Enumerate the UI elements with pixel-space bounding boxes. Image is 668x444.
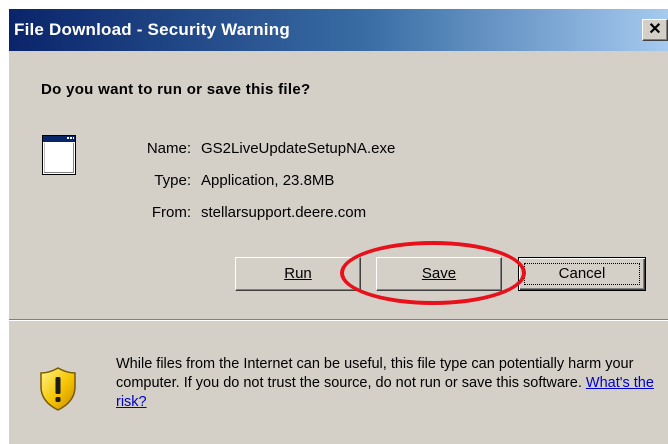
application-window-icon (42, 135, 76, 180)
file-source-value: stellarsupport.deere.com (201, 204, 367, 221)
warning-message: While files from the Internet can be use… (116, 355, 661, 412)
title-bar[interactable]: File Download - Security Warning ✕ (9, 9, 668, 51)
warning-text: While files from the Internet can be use… (116, 356, 634, 391)
run-button[interactable]: Run (235, 257, 361, 291)
save-button-label: Save (421, 265, 457, 282)
file-type-value: Application, 23.8MB (201, 172, 335, 189)
dialog-question: Do you want to run or save this file? (41, 81, 311, 98)
save-button[interactable]: Save (376, 257, 502, 291)
file-name-value: GS2LiveUpdateSetupNA.exe (201, 140, 396, 157)
name-label: Name: (146, 140, 191, 157)
divider (9, 319, 668, 321)
window-title: File Download - Security Warning (14, 20, 290, 39)
close-button[interactable]: ✕ (642, 19, 668, 41)
focus-rectangle (524, 263, 640, 285)
shield-warning-icon (39, 367, 77, 416)
from-label: From: (151, 204, 191, 221)
type-label: Type: (154, 172, 191, 189)
close-icon: ✕ (648, 21, 662, 38)
run-button-label: Run (284, 265, 312, 282)
cancel-button[interactable]: Cancel (518, 257, 646, 291)
security-warning-dialog: File Download - Security Warning ✕ Do yo… (8, 8, 668, 444)
